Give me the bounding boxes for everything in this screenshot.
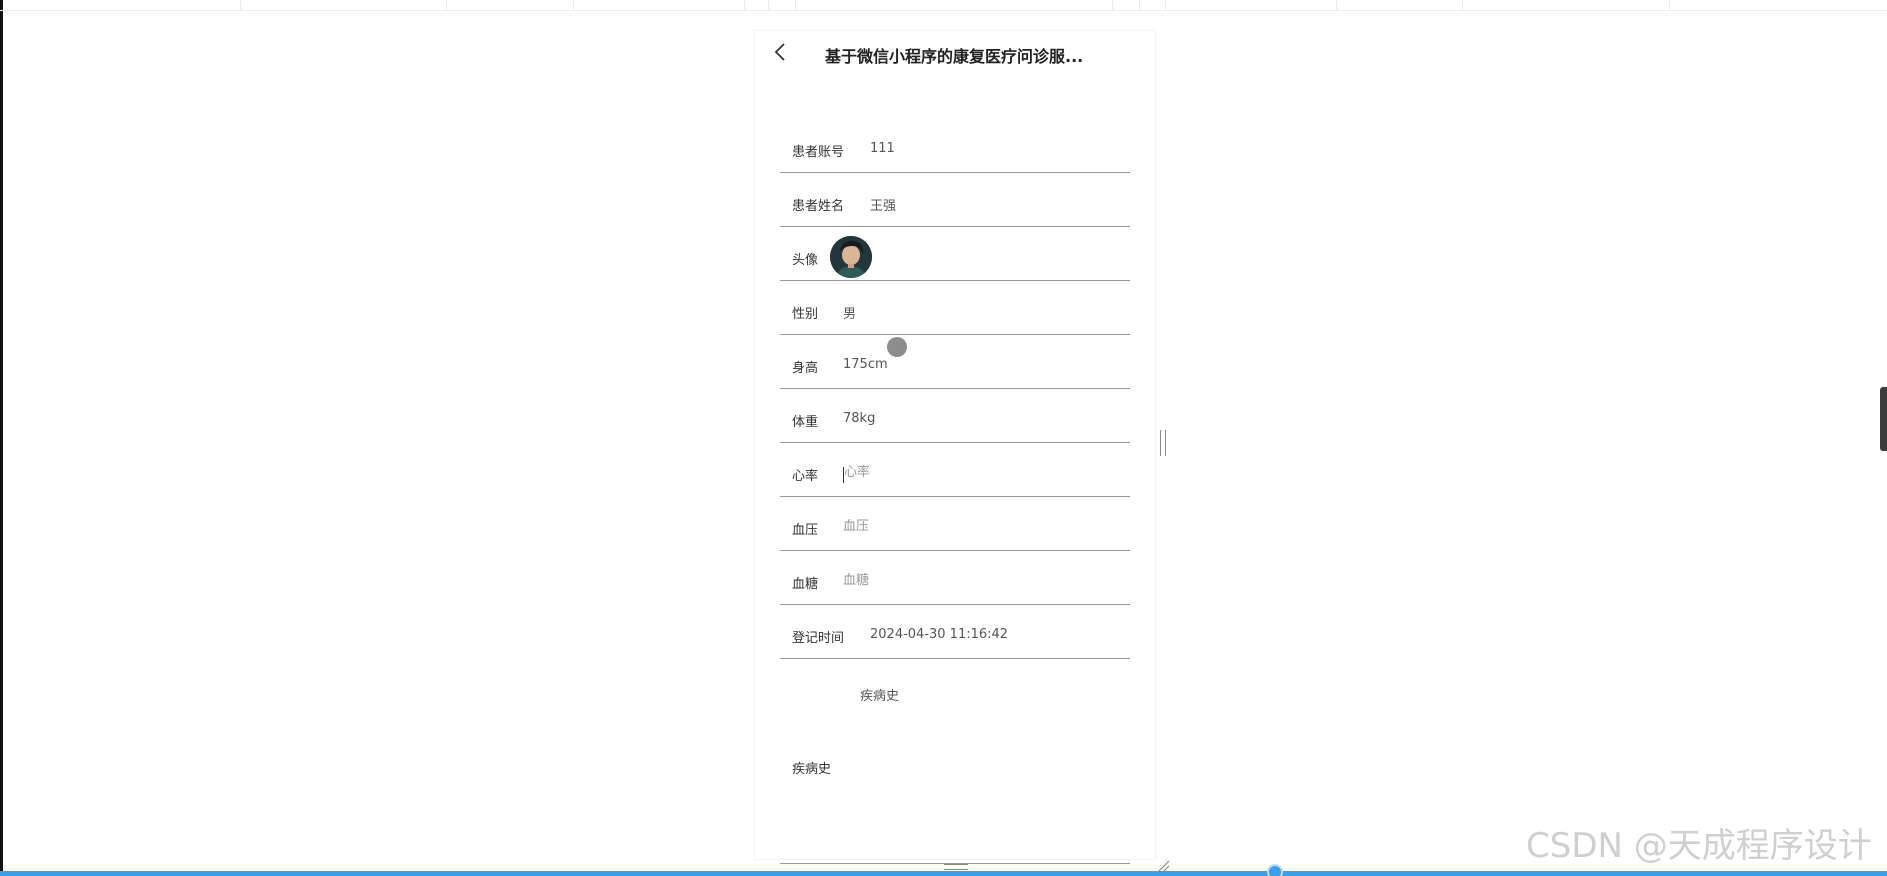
heart-rate-input-wrap[interactable] [844,465,1044,480]
medical-history-caption: 疾病史 [860,689,900,704]
form-row-height: 身高 175cm [780,335,1130,389]
tab-separator [573,0,574,10]
tab-separator [795,0,796,10]
resize-corner-icon[interactable] [1156,858,1170,873]
weight-value: 78kg [843,411,876,426]
panel-resize-grip[interactable] [1160,430,1166,456]
tab-separator [446,0,447,10]
gender-value: 男 [843,307,857,322]
name-value: 王强 [870,199,897,214]
avatar[interactable] [830,236,872,278]
register-time-value: 2024-04-30 11:16:42 [870,627,1009,642]
weight-label: 体重 [792,415,819,430]
patient-form: 患者账号 111 患者姓名 王强 头像 性别 男 身高 175cm 体重 78k… [780,119,1130,864]
form-row-avatar: 头像 [780,227,1130,281]
page-title: 基于微信小程序的康复医疗问诊服... [825,47,1084,66]
top-tab-strip [0,0,1887,11]
form-row-name: 患者姓名 王强 [780,173,1130,227]
tab-separator [1165,0,1166,10]
blood-pressure-input[interactable] [843,519,1043,534]
side-drawer-handle[interactable] [1880,387,1887,451]
tab-separator [240,0,241,10]
height-label: 身高 [792,361,819,376]
bottom-progress-bar [0,871,1887,876]
blood-sugar-input[interactable] [843,573,1043,588]
watermark: CSDN @天成程序设计 [1526,826,1872,866]
form-row-gender: 性别 男 [780,281,1130,335]
blood-pressure-input-wrap[interactable] [843,519,1043,534]
blood-sugar-label: 血糖 [792,577,819,592]
mobile-preview: 基于微信小程序的康复医疗问诊服... 患者账号 111 患者姓名 王强 头像 性… [754,30,1156,864]
form-row-register-time: 登记时间 2024-04-30 11:16:42 [780,605,1130,659]
form-row-blood-sugar: 血糖 [780,551,1130,605]
form-row-blood-pressure: 血压 [780,497,1130,551]
account-value: 111 [870,141,895,156]
tab-separator [768,0,769,10]
nav-bar: 基于微信小程序的康复医疗问诊服... [755,31,1155,75]
name-label: 患者姓名 [792,199,845,214]
form-row-heart-rate: 心率 [780,443,1130,497]
touch-indicator [887,337,907,357]
tab-separator [1139,0,1140,10]
bottom-scroll-knob[interactable] [1267,864,1283,876]
drag-handle-icon[interactable] [944,864,968,870]
tab-separator [1669,0,1670,10]
window-left-edge [0,0,3,876]
medical-history-label: 疾病史 [792,762,832,777]
heart-rate-label: 心率 [792,469,819,484]
tab-separator [1112,0,1113,10]
medical-history-field[interactable]: 疾病史 疾病史 [780,659,1130,864]
tab-separator [1336,0,1337,10]
blood-sugar-input-wrap[interactable] [843,573,1043,588]
avatar-label: 头像 [792,253,819,268]
account-label: 患者账号 [792,145,845,160]
register-time-label: 登记时间 [792,631,845,646]
heart-rate-input[interactable] [844,465,1044,480]
form-row-account: 患者账号 111 [780,119,1130,173]
tab-separator [744,0,745,10]
height-value: 175cm [843,357,888,372]
tab-separator [1462,0,1463,10]
blood-pressure-label: 血压 [792,523,819,538]
chevron-left-icon[interactable] [770,41,792,63]
gender-label: 性别 [792,307,819,322]
form-row-weight: 体重 78kg [780,389,1130,443]
